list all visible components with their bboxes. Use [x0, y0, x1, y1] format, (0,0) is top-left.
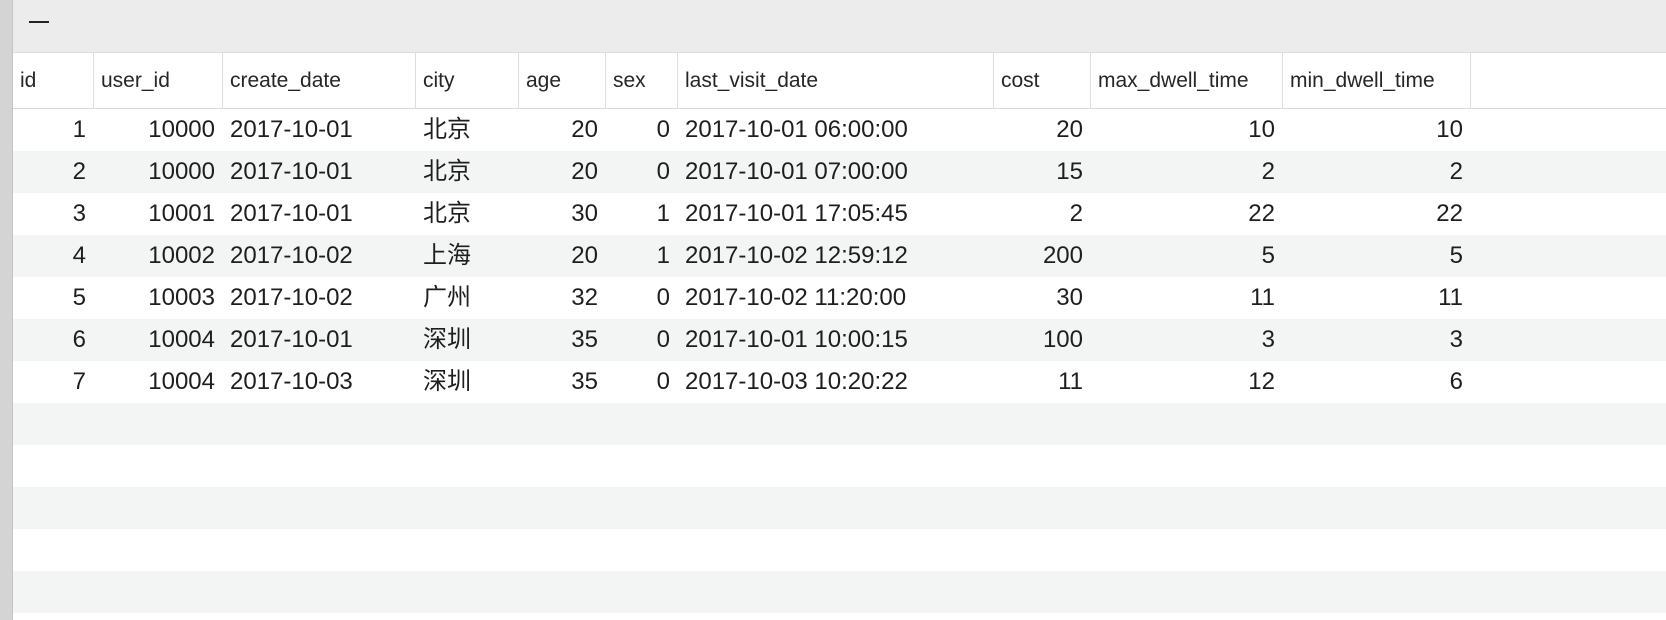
cell-create-date[interactable]: 2017-10-01 — [223, 109, 416, 151]
cell-age[interactable]: 32 — [519, 277, 606, 319]
cell-min-dwell-time[interactable]: 10 — [1283, 109, 1471, 151]
column-header-create-date[interactable]: create_date — [223, 53, 416, 109]
cell-create-date[interactable]: 2017-10-03 — [223, 361, 416, 403]
cell-cost[interactable]: 20 — [994, 109, 1091, 151]
cell-city[interactable]: 深圳 — [416, 361, 519, 403]
cell-min-dwell-time[interactable]: 11 — [1283, 277, 1471, 319]
cell-age[interactable]: 20 — [519, 151, 606, 193]
cell-cost[interactable]: 2 — [994, 193, 1091, 235]
empty-row — [13, 445, 1666, 487]
cell-user-id[interactable]: 10003 — [94, 277, 223, 319]
cell-cost[interactable]: 11 — [994, 361, 1091, 403]
cell-id[interactable]: 2 — [13, 151, 94, 193]
table-row[interactable]: 7 10004 2017-10-03 深圳 35 0 2017-10-03 10:20:22… — [13, 361, 1666, 403]
column-header-min-dwell-time[interactable]: min_dwell_time — [1283, 53, 1471, 109]
column-header-last-visit-date[interactable]: last_visit_date — [678, 53, 994, 109]
cell-id[interactable]: 7 — [13, 361, 94, 403]
cell-age[interactable]: 35 — [519, 319, 606, 361]
cell-cost[interactable]: 100 — [994, 319, 1091, 361]
cell-user-id[interactable]: 10004 — [94, 319, 223, 361]
cell-age[interactable]: 20 — [519, 109, 606, 151]
cell-min-dwell-time[interactable]: 5 — [1283, 235, 1471, 277]
cell-cost[interactable]: 15 — [994, 151, 1091, 193]
cell-max-dwell-time[interactable]: 2 — [1091, 151, 1283, 193]
cell-id[interactable]: 3 — [13, 193, 94, 235]
table-header: id user_id create_date city age sex last_visit… — [13, 53, 1666, 109]
cell-last-visit-date[interactable]: 2017-10-01 07:00:00 — [678, 151, 994, 193]
result-grid-window: id user_id create_date city age sex last_visit… — [0, 0, 1666, 620]
cell-id[interactable]: 6 — [13, 319, 94, 361]
cell-cost[interactable]: 30 — [994, 277, 1091, 319]
cell-user-id[interactable]: 10001 — [94, 193, 223, 235]
column-header-user-id[interactable]: user_id — [94, 53, 223, 109]
cell-user-id[interactable]: 10000 — [94, 151, 223, 193]
cell-id[interactable]: 4 — [13, 235, 94, 277]
cell-min-dwell-time[interactable]: 6 — [1283, 361, 1471, 403]
cell-last-visit-date[interactable]: 2017-10-03 10:20:22 — [678, 361, 994, 403]
empty-row — [13, 487, 1666, 529]
table-row[interactable]: 4 10002 2017-10-02 上海 20 1 2017-10-02 12:59:12… — [13, 235, 1666, 277]
cell-create-date[interactable]: 2017-10-01 — [223, 193, 416, 235]
cell-min-dwell-time[interactable]: 3 — [1283, 319, 1471, 361]
table-row[interactable]: 2 10000 2017-10-01 北京 20 0 2017-10-01 07:00:00… — [13, 151, 1666, 193]
cell-sex[interactable]: 0 — [606, 277, 678, 319]
grid-toolbar — [13, 0, 1666, 53]
cell-last-visit-date[interactable]: 2017-10-02 12:59:12 — [678, 235, 994, 277]
table-row[interactable]: 6 10004 2017-10-01 深圳 35 0 2017-10-01 10:00:15… — [13, 319, 1666, 361]
empty-row — [13, 571, 1666, 613]
table-row[interactable]: 3 10001 2017-10-01 北京 30 1 2017-10-01 17:05:45… — [13, 193, 1666, 235]
table-row[interactable]: 1 10000 2017-10-01 北京 20 0 2017-10-01 06:00:00… — [13, 109, 1666, 151]
cell-id[interactable]: 1 — [13, 109, 94, 151]
cell-create-date[interactable]: 2017-10-01 — [223, 319, 416, 361]
minus-icon[interactable] — [27, 10, 51, 34]
cell-age[interactable]: 20 — [519, 235, 606, 277]
cell-city[interactable]: 深圳 — [416, 319, 519, 361]
column-header-age[interactable]: age — [519, 53, 606, 109]
cell-city[interactable]: 北京 — [416, 193, 519, 235]
table-row[interactable]: 5 10003 2017-10-02 广州 32 0 2017-10-02 11:20:00… — [13, 277, 1666, 319]
cell-last-visit-date[interactable]: 2017-10-01 06:00:00 — [678, 109, 994, 151]
cell-create-date[interactable]: 2017-10-01 — [223, 151, 416, 193]
column-header-city[interactable]: city — [416, 53, 519, 109]
empty-row — [13, 403, 1666, 445]
cell-max-dwell-time[interactable]: 22 — [1091, 193, 1283, 235]
left-panel-edge — [0, 0, 13, 620]
cell-city[interactable]: 北京 — [416, 151, 519, 193]
column-header-cost[interactable]: cost — [994, 53, 1091, 109]
empty-row — [13, 529, 1666, 571]
cell-city[interactable]: 上海 — [416, 235, 519, 277]
cell-sex[interactable]: 0 — [606, 319, 678, 361]
cell-last-visit-date[interactable]: 2017-10-01 17:05:45 — [678, 193, 994, 235]
cell-create-date[interactable]: 2017-10-02 — [223, 235, 416, 277]
data-table: id user_id create_date city age sex last_visit… — [13, 53, 1666, 620]
column-header-max-dwell-time[interactable]: max_dwell_time — [1091, 53, 1283, 109]
cell-max-dwell-time[interactable]: 5 — [1091, 235, 1283, 277]
column-header-sex[interactable]: sex — [606, 53, 678, 109]
cell-sex[interactable]: 0 — [606, 361, 678, 403]
cell-max-dwell-time[interactable]: 12 — [1091, 361, 1283, 403]
cell-id[interactable]: 5 — [13, 277, 94, 319]
cell-min-dwell-time[interactable]: 22 — [1283, 193, 1471, 235]
column-header-id[interactable]: id — [13, 53, 94, 109]
cell-user-id[interactable]: 10004 — [94, 361, 223, 403]
cell-max-dwell-time[interactable]: 11 — [1091, 277, 1283, 319]
cell-sex[interactable]: 1 — [606, 193, 678, 235]
cell-sex[interactable]: 0 — [606, 151, 678, 193]
cell-cost[interactable]: 200 — [994, 235, 1091, 277]
cell-user-id[interactable]: 10000 — [94, 109, 223, 151]
cell-last-visit-date[interactable]: 2017-10-02 11:20:00 — [678, 277, 994, 319]
cell-last-visit-date[interactable]: 2017-10-01 10:00:15 — [678, 319, 994, 361]
cell-city[interactable]: 广州 — [416, 277, 519, 319]
cell-user-id[interactable]: 10002 — [94, 235, 223, 277]
cell-min-dwell-time[interactable]: 2 — [1283, 151, 1471, 193]
cell-create-date[interactable]: 2017-10-02 — [223, 277, 416, 319]
cell-max-dwell-time[interactable]: 10 — [1091, 109, 1283, 151]
cell-city[interactable]: 北京 — [416, 109, 519, 151]
cell-sex[interactable]: 0 — [606, 109, 678, 151]
cell-age[interactable]: 30 — [519, 193, 606, 235]
cell-sex[interactable]: 1 — [606, 235, 678, 277]
cell-max-dwell-time[interactable]: 3 — [1091, 319, 1283, 361]
cell-age[interactable]: 35 — [519, 361, 606, 403]
